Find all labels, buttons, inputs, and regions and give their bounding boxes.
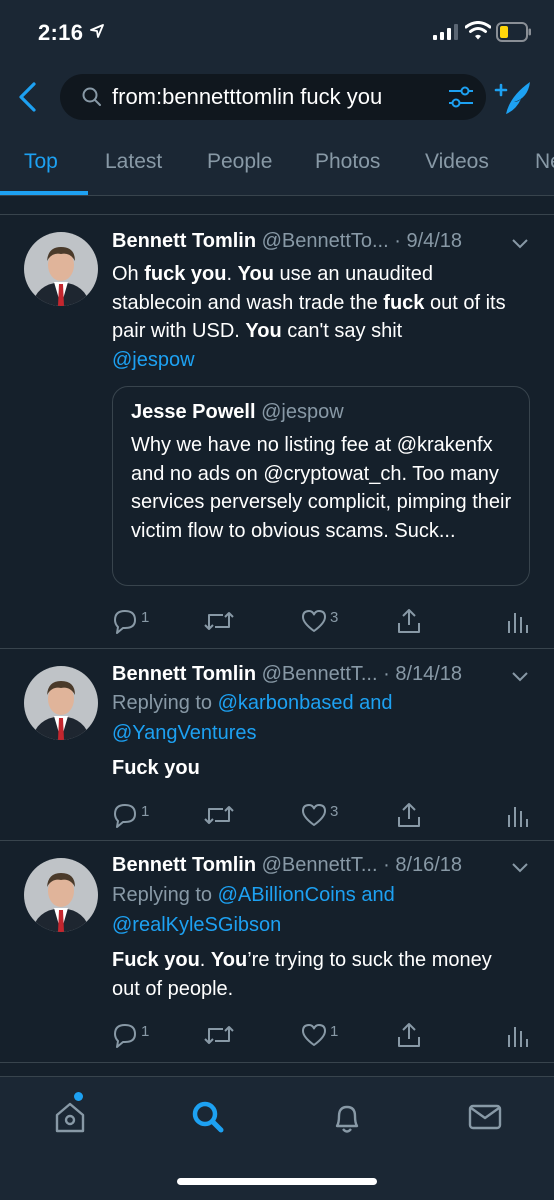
search-nav-icon[interactable] (188, 1097, 228, 1137)
search-input[interactable]: from:bennetttomlin fuck you (60, 74, 486, 120)
tweet-date: · 8/14/18 (383, 663, 463, 685)
search-tabs: Top Latest People Photos Videos News (0, 128, 554, 196)
retweet-icon[interactable] (203, 800, 235, 830)
like-icon[interactable] (300, 1020, 328, 1050)
previous-tweet-actions (0, 196, 554, 200)
share-icon[interactable] (396, 1020, 422, 1050)
author-handle[interactable]: @BennettTo... (262, 230, 389, 252)
search-query-text: from:bennetttomlin fuck you (112, 84, 383, 109)
retweet-icon[interactable] (203, 606, 235, 636)
chevron-down-icon[interactable] (511, 238, 529, 250)
quoted-tweet-text: Why we have no listing fee at @krakenfx … (131, 434, 512, 542)
share-icon[interactable] (396, 606, 422, 636)
tweet-actions: 1 3 (0, 800, 554, 830)
tab-photos[interactable]: Photos (315, 150, 380, 174)
tab-news[interactable]: News (535, 150, 554, 174)
chevron-down-icon[interactable] (511, 862, 529, 874)
tweet-date: · 9/4/18 (394, 230, 463, 252)
analytics-icon[interactable] (505, 606, 529, 636)
back-arrow-icon[interactable] (14, 80, 44, 114)
reply-mention-link[interactable]: @realKyleSGibson (112, 914, 281, 936)
like-count: 3 (330, 609, 339, 626)
reply-mention-link[interactable]: @ABillionCoins and (218, 884, 395, 906)
reply-count: 1 (141, 609, 150, 626)
active-tab-indicator (0, 191, 88, 195)
tweet-text: Oh fuck you. You use an unaudited stable… (112, 263, 506, 371)
avatar-image (24, 232, 98, 306)
tweet-date: · 8/16/18 (383, 854, 463, 876)
tweet-actions: 1 3 (0, 606, 554, 636)
reply-mention-link[interactable]: @karbonbased and (218, 692, 393, 714)
search-filter-icon[interactable] (448, 86, 474, 108)
tweet-card[interactable]: Bennett Tomlin @BennettT... · 8/14/18 Re… (0, 648, 554, 840)
tab-latest[interactable]: Latest (105, 150, 162, 174)
reply-count: 1 (141, 1023, 150, 1040)
messages-envelope-icon[interactable] (465, 1097, 505, 1137)
like-icon[interactable] (300, 800, 328, 830)
quoted-author-handle: @jespow (261, 401, 344, 423)
status-bar: 2:16 (0, 0, 554, 66)
avatar[interactable] (24, 666, 98, 740)
chevron-down-icon[interactable] (511, 671, 529, 683)
share-icon[interactable] (396, 800, 422, 830)
tab-top[interactable]: Top (24, 150, 58, 174)
compose-tweet-icon[interactable] (494, 78, 534, 116)
tab-videos[interactable]: Videos (425, 150, 489, 174)
author-name[interactable]: Bennett Tomlin (112, 854, 256, 876)
tweet-card[interactable]: Bennett Tomlin @BennettT... · 8/16/18 Re… (0, 840, 554, 1062)
avatar[interactable] (24, 858, 98, 932)
author-name[interactable]: Bennett Tomlin (112, 663, 256, 685)
home-icon[interactable] (50, 1097, 90, 1137)
analytics-icon[interactable] (505, 1020, 529, 1050)
battery-low-icon (496, 22, 531, 42)
mention-link[interactable]: @jespow (112, 349, 195, 371)
author-name[interactable]: Bennett Tomlin (112, 230, 256, 252)
quoted-author-name: Jesse Powell (131, 401, 256, 423)
quoted-tweet[interactable]: Jesse Powell @jespow Why we have no list… (112, 386, 530, 586)
notifications-bell-icon[interactable] (327, 1097, 367, 1137)
search-header: from:bennetttomlin fuck you (0, 66, 554, 128)
status-time: 2:16 (38, 20, 84, 45)
tweet-text: Fuck you (112, 757, 200, 779)
avatar-image (24, 858, 98, 932)
home-notification-dot (74, 1092, 83, 1101)
location-arrow-icon (90, 24, 104, 38)
wifi-icon (465, 21, 491, 40)
search-results-feed: Bennett Tomlin @BennettTo... · 9/4/18 Oh… (0, 196, 554, 1076)
tweet-actions: 1 1 (0, 1020, 554, 1050)
replying-to: Replying to @ABillionCoins and @realKyleS… (112, 884, 395, 936)
tab-people[interactable]: People (207, 150, 272, 174)
like-count: 1 (330, 1023, 339, 1040)
divider (0, 1062, 554, 1063)
reply-icon[interactable] (112, 1020, 138, 1050)
tweet-card[interactable]: Bennett Tomlin @BennettTo... · 9/4/18 Oh… (0, 214, 554, 648)
tweet-text: Fuck you. You’re trying to suck the mone… (112, 949, 492, 1000)
home-indicator[interactable] (177, 1178, 377, 1185)
retweet-icon[interactable] (203, 1020, 235, 1050)
avatar-image (24, 666, 98, 740)
reply-icon[interactable] (112, 800, 138, 830)
like-icon[interactable] (300, 606, 328, 636)
avatar[interactable] (24, 232, 98, 306)
analytics-icon[interactable] (505, 800, 529, 830)
reply-count: 1 (141, 803, 150, 820)
like-count: 3 (330, 803, 339, 820)
author-handle[interactable]: @BennettT... (262, 854, 378, 876)
reply-icon[interactable] (112, 606, 138, 636)
search-icon (82, 87, 101, 106)
replying-to: Replying to @karbonbased and @YangVenture… (112, 692, 393, 744)
author-handle[interactable]: @BennettT... (262, 663, 378, 685)
reply-mention-link[interactable]: @YangVentures (112, 722, 256, 744)
cellular-signal-icon (433, 24, 458, 40)
